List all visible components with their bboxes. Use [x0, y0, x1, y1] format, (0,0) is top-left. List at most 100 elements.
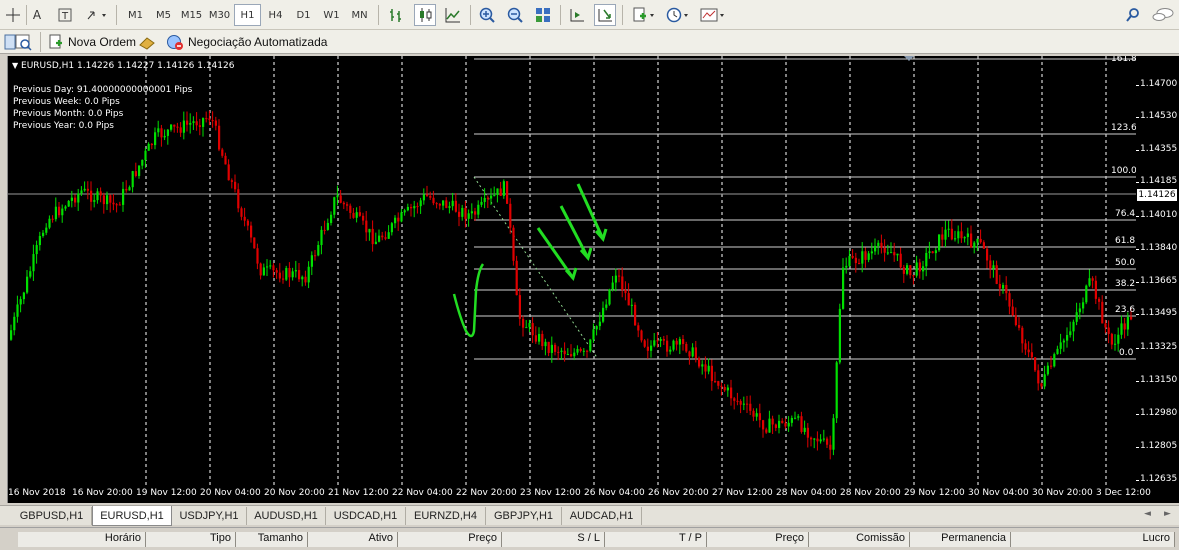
tab-gbpjpy[interactable]: GBPJPY,H1 — [486, 507, 562, 525]
time-tick: 21 Nov 12:00 — [328, 488, 389, 498]
toolbar-separator — [40, 32, 41, 52]
candle-body — [749, 403, 752, 411]
candle-body — [93, 200, 96, 202]
price-tick: 1.13665 — [1140, 276, 1178, 286]
candle-body — [746, 403, 749, 405]
chart-shift-icon[interactable] — [566, 4, 588, 26]
chart-header: ▼ EURUSD,H1 1.14226 1.14227 1.14126 1.14… — [12, 61, 235, 71]
timeframe-mn[interactable]: MN — [346, 4, 373, 26]
timeframe-h1[interactable]: H1 — [234, 4, 261, 26]
price-scale[interactable]: 1.14700 1.14530 1.14355 1.14185 1.14010 1.138… — [1136, 56, 1179, 485]
price-tick: 1.12635 — [1140, 474, 1178, 484]
tab-eurnzd[interactable]: EURNZD,H4 — [406, 507, 486, 525]
price-tick: 1.14355 — [1140, 144, 1178, 154]
chart-tabs: GBPUSD,H1 EURUSD,H1 USDJPY,H1 AUDUSD,H1 … — [0, 505, 1179, 526]
tab-scroll-right-icon[interactable]: ► — [1164, 509, 1171, 519]
toolbar-separator — [470, 5, 471, 25]
candle-body — [451, 200, 454, 207]
col-permanencia[interactable]: Permanencia — [910, 532, 1011, 547]
candle-body — [1002, 285, 1005, 289]
timeframe-m15[interactable]: M15 — [178, 4, 205, 26]
candle-body — [723, 386, 726, 391]
indicators-dropdown-icon[interactable] — [630, 4, 658, 26]
candle-body — [48, 218, 51, 228]
autoscroll-icon[interactable] — [594, 4, 616, 26]
info-previous-year: Previous Year: 0.0 Pips — [13, 121, 114, 131]
candle-body — [74, 197, 77, 203]
tab-gbpusd[interactable]: GBPUSD,H1 — [12, 507, 92, 525]
col-horario[interactable]: Horário — [18, 532, 146, 547]
candle-body — [813, 438, 816, 440]
auto-trading-button[interactable]: Negociação Automatizada — [166, 33, 327, 51]
tab-eurusd[interactable]: EURUSD,H1 — [92, 506, 172, 526]
candle-body — [243, 216, 246, 221]
timeframe-m5[interactable]: M5 — [150, 4, 177, 26]
candle-body — [490, 195, 493, 199]
candle-body — [672, 340, 675, 350]
tile-windows-icon[interactable] — [532, 4, 554, 26]
timeframe-d1[interactable]: D1 — [290, 4, 317, 26]
price-tick: 1.14010 — [1140, 210, 1178, 220]
candle-body — [765, 429, 768, 433]
tab-usdcad[interactable]: USDCAD,H1 — [326, 507, 406, 525]
col-sl[interactable]: S / L — [502, 532, 605, 547]
candle-body — [320, 229, 323, 246]
col-tipo[interactable]: Tipo — [146, 532, 236, 547]
candle-body — [240, 208, 243, 217]
time-tick: 23 Nov 12:00 — [520, 488, 581, 498]
tab-usdjpy[interactable]: USDJPY,H1 — [172, 507, 247, 525]
col-tp[interactable]: T / P — [605, 532, 707, 547]
candle-body — [464, 207, 467, 219]
search-icon[interactable] — [1122, 4, 1144, 26]
new-order-button[interactable]: Nova Ordem — [48, 33, 136, 51]
candle-body — [77, 193, 80, 203]
candle-body — [330, 214, 333, 223]
candle-body — [422, 194, 425, 201]
fib-label-0: 0.0 — [1119, 348, 1134, 358]
line-chart-icon[interactable] — [442, 4, 464, 26]
price-tick: 1.12980 — [1140, 408, 1178, 418]
candle-body — [685, 343, 688, 352]
col-lucro[interactable]: Lucro — [1011, 532, 1175, 547]
candle-body — [400, 212, 403, 222]
candle-body — [733, 398, 736, 401]
time-scale[interactable]: 16 Nov 2018 16 Nov 20:00 19 Nov 12:00 20 No… — [8, 485, 1179, 503]
time-tick: 16 Nov 2018 — [8, 488, 66, 498]
price-chart[interactable]: ▼ EURUSD,H1 1.14226 1.14227 1.14126 1.14… — [8, 56, 1136, 485]
periods-dropdown-icon[interactable] — [664, 4, 692, 26]
col-preco[interactable]: Preço — [398, 532, 502, 547]
timeframe-m1[interactable]: M1 — [122, 4, 149, 26]
tab-scroll-left-icon[interactable]: ◄ — [1144, 509, 1151, 519]
col-comissao[interactable]: Comissão — [809, 532, 910, 547]
timeframe-h4[interactable]: H4 — [262, 4, 289, 26]
text-label-icon[interactable]: T — [54, 4, 76, 26]
bar-chart-icon[interactable] — [386, 4, 408, 26]
templates-dropdown-icon[interactable] — [698, 4, 728, 26]
col-ativo[interactable]: Ativo — [308, 532, 398, 547]
history-center-icon[interactable] — [12, 31, 34, 53]
candle-body — [842, 267, 845, 309]
timeframe-w1[interactable]: W1 — [318, 4, 345, 26]
candle-body — [384, 237, 387, 239]
candle-body — [250, 225, 253, 238]
crosshair-icon[interactable] — [2, 4, 24, 26]
col-preco-atual[interactable]: Preço — [707, 532, 809, 547]
zoom-in-icon[interactable] — [476, 4, 498, 26]
candle-body — [237, 189, 240, 209]
tab-audcad[interactable]: AUDCAD,H1 — [562, 507, 642, 525]
candle-body — [627, 293, 630, 306]
candle-body — [710, 365, 713, 382]
zoom-out-icon[interactable] — [504, 4, 526, 26]
col-tamanho[interactable]: Tamanho — [236, 532, 308, 547]
candle-body — [362, 215, 365, 221]
time-tick: 20 Nov 04:00 — [200, 488, 261, 498]
arrow-tools-icon[interactable] — [84, 4, 110, 26]
candlestick-chart-icon[interactable] — [414, 4, 436, 26]
text-tool-button[interactable]: A — [30, 4, 44, 26]
chat-icon[interactable] — [1150, 4, 1176, 26]
candle-body — [1014, 315, 1017, 326]
timeframe-m30[interactable]: M30 — [206, 4, 233, 26]
metaeditor-icon[interactable] — [136, 31, 158, 53]
tab-audusd[interactable]: AUDUSD,H1 — [247, 507, 326, 525]
candle-body — [717, 381, 720, 386]
